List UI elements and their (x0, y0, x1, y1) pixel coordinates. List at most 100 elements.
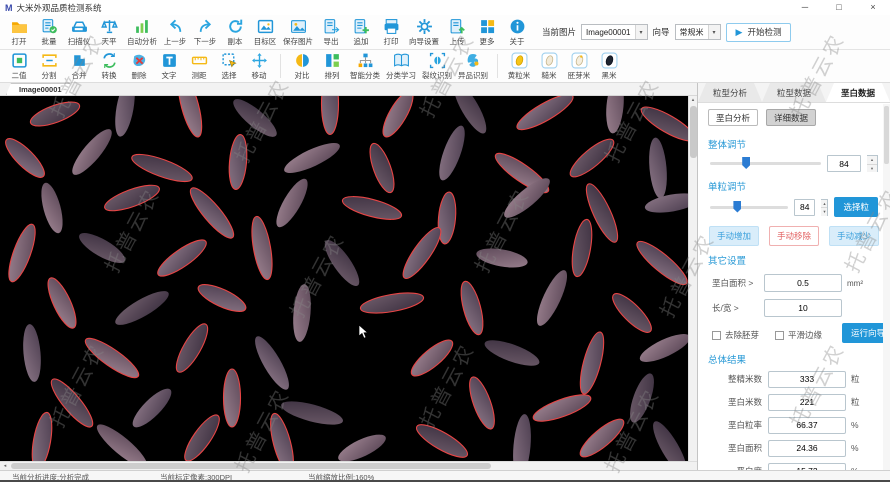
rice-grain[interactable] (625, 371, 659, 426)
toolbar-button-merge[interactable]: 合并 (64, 52, 94, 81)
toolbar-button-text[interactable]: 文字 (154, 52, 184, 81)
toolbar-button-delete[interactable]: 删除 (124, 52, 154, 81)
rice-grain[interactable] (511, 413, 534, 461)
toolbar-button-balance[interactable]: 天平 (94, 18, 124, 47)
rice-grain[interactable] (128, 384, 177, 433)
vertical-scrollbar[interactable]: ▴ (688, 96, 697, 461)
rice-grain[interactable] (398, 223, 447, 283)
single-adjust-value[interactable]: 84 (794, 199, 815, 216)
wizard-select[interactable]: 常规米 ▾ (675, 24, 721, 40)
toolbar-button-compare[interactable]: 对比 (287, 52, 317, 81)
toolbar-button-redo[interactable]: 下一步 (190, 18, 220, 47)
rice-grain[interactable] (248, 215, 276, 281)
spinner-down-icon[interactable]: ▾ (821, 208, 827, 216)
toolbar-button-info[interactable]: 关于 (502, 18, 532, 47)
toolbar-button-scanner[interactable]: 扫描仪 (64, 18, 94, 47)
scroll-up-icon[interactable]: ▴ (692, 96, 695, 105)
result-value[interactable]: 24.36 (768, 440, 846, 457)
minimize-button[interactable]: ─ (788, 0, 822, 15)
toolbar-button-analyze[interactable]: 自动分析 (124, 18, 160, 47)
setting-input[interactable]: 10 (764, 299, 842, 317)
panel-scrollbar[interactable] (883, 104, 890, 470)
rice-grain[interactable] (575, 414, 628, 461)
toolbar-button-foreign-recognition[interactable]: 异品识别 (455, 52, 491, 81)
rice-grain[interactable] (465, 374, 500, 431)
rice-grain[interactable] (102, 180, 162, 216)
rice-grain[interactable] (482, 335, 542, 371)
rice-grain[interactable] (413, 419, 472, 461)
close-button[interactable]: × (856, 0, 890, 15)
current-image-select[interactable]: Image00001 ▾ (581, 24, 647, 40)
rice-grain[interactable] (513, 96, 577, 135)
checkbox-icon[interactable] (775, 331, 784, 340)
toolbar-button-binary[interactable]: 二值 (4, 52, 34, 81)
rice-grain[interactable] (475, 245, 529, 271)
rice-grain[interactable] (75, 228, 129, 269)
spinner-up-icon[interactable]: ▴ (821, 200, 827, 209)
toolbar-button-brown-rice[interactable]: 糙米 (534, 52, 564, 81)
panel-subtab-1[interactable]: 垩白分析 (708, 109, 758, 126)
vertical-scroll-thumb[interactable] (690, 106, 697, 158)
rice-grain[interactable] (604, 96, 626, 134)
panel-tab-1[interactable]: 粒型分析 (698, 83, 762, 102)
result-value[interactable]: 333 (768, 371, 846, 388)
rice-grain[interactable] (228, 96, 281, 142)
rice-grain[interactable] (43, 274, 82, 331)
toolbar-button-yellow-rice[interactable]: 黄粒米 (504, 52, 534, 81)
rice-grain[interactable] (291, 283, 313, 342)
single-adjust-spinner[interactable]: ▴ ▾ (821, 199, 828, 216)
rice-grain[interactable] (569, 218, 596, 278)
rice-grain[interactable] (37, 181, 67, 236)
toolbar-button-arrange[interactable]: 排列 (317, 52, 347, 81)
rice-grain[interactable] (647, 137, 669, 199)
rice-grain[interactable] (632, 236, 688, 290)
toolbar-button-more[interactable]: 更多 (472, 18, 502, 47)
checkbox-去除胚芽[interactable]: 去除胚芽 (712, 329, 759, 341)
rice-grain[interactable] (174, 96, 207, 139)
toolbar-button-split[interactable]: 分割 (34, 52, 64, 81)
overall-adjust-value[interactable]: 84 (827, 155, 861, 172)
rice-grain[interactable] (249, 332, 294, 393)
rice-grain[interactable] (359, 289, 425, 317)
rice-grain[interactable] (171, 320, 213, 376)
rice-grain[interactable] (271, 175, 313, 231)
toolbar-button-folder[interactable]: 打开 (4, 18, 34, 47)
rice-grain[interactable] (29, 411, 56, 461)
checkbox-平滑边缘[interactable]: 平滑边缘 (775, 329, 822, 341)
rice-grain[interactable] (129, 149, 195, 187)
rice-grain[interactable] (335, 429, 389, 461)
rice-grain[interactable] (21, 323, 43, 382)
scroll-left-icon[interactable]: ◂ (0, 462, 10, 470)
spinner-up-icon[interactable]: ▴ (867, 156, 877, 165)
rice-grain[interactable] (195, 279, 249, 316)
toolbar-button-save-image[interactable]: 保存图片 (280, 18, 316, 47)
rice-grain[interactable] (378, 96, 419, 141)
rice-grain[interactable] (407, 335, 458, 381)
start-detect-button[interactable]: ▶ 开始检测 (726, 23, 792, 42)
rice-grain[interactable] (608, 289, 657, 338)
horizontal-scrollbar[interactable]: ◂ (0, 461, 697, 470)
image-tab[interactable]: Image00001 (6, 83, 75, 95)
toolbar-button-measure[interactable]: 测距 (184, 52, 214, 81)
toolbar-button-smart-classify[interactable]: 智能分类 (347, 52, 383, 81)
rice-grain[interactable] (281, 137, 343, 178)
rice-grain[interactable] (81, 333, 143, 384)
manual-button[interactable]: 手动增加 (709, 226, 759, 246)
rice-grain[interactable] (576, 330, 609, 396)
single-adjust-slider[interactable] (710, 206, 788, 209)
setting-input[interactable]: 0.5 (764, 274, 842, 292)
toolbar-button-undo[interactable]: 上一步 (160, 18, 190, 47)
horizontal-scroll-thumb[interactable] (11, 463, 491, 469)
rice-grain[interactable] (266, 411, 298, 461)
toolbar-button-classify-learn[interactable]: 分类学习 (383, 52, 419, 81)
rice-grain[interactable] (636, 329, 688, 368)
toolbar-button-black-rice[interactable]: 黑米 (594, 52, 624, 81)
rice-grain[interactable] (28, 97, 83, 131)
rice-grain[interactable] (637, 101, 688, 146)
rice-grain[interactable] (227, 134, 249, 190)
chevron-down-icon[interactable]: ▾ (635, 25, 647, 39)
rice-grain[interactable] (457, 279, 488, 337)
toolbar-button-print[interactable]: 打印 (376, 18, 406, 47)
result-value[interactable]: 66.37 (768, 417, 846, 434)
rice-grain[interactable] (531, 267, 572, 329)
